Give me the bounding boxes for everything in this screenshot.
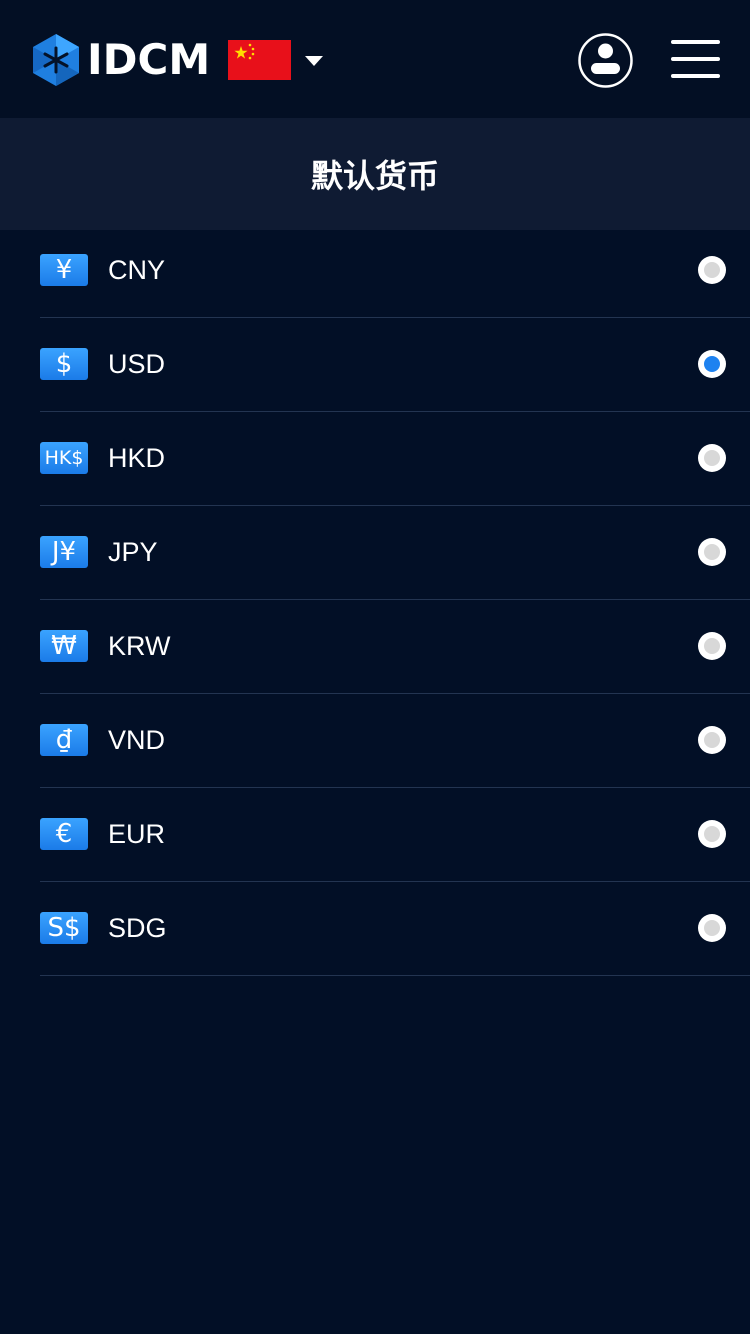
currency-code: SDG [108,913,167,943]
hamburger-menu-icon[interactable] [671,40,721,80]
currency-symbol-badge: J¥ [40,536,88,568]
currency-radio[interactable] [698,632,726,660]
user-icon[interactable] [578,33,633,88]
currency-symbol-badge: ₫ [40,724,88,756]
currency-radio[interactable] [698,914,726,942]
currency-code: VND [108,725,166,755]
currency-row-sdg[interactable]: S$ SDG [40,882,750,976]
currency-code: HKD [108,443,166,473]
currency-row-eur[interactable]: € EUR [40,788,750,882]
currency-symbol-badge: $ [40,348,88,380]
currency-radio[interactable] [698,820,726,848]
currency-row-hkd[interactable]: HK$ HKD [40,412,750,506]
currency-symbol-badge: HK$ [40,442,88,474]
currency-code: CNY [108,255,166,285]
brand-logo[interactable]: IDCM [33,34,210,86]
currency-row-usd[interactable]: $ USD [40,318,750,412]
idcm-logo-icon [33,34,79,86]
menu-line [671,57,720,61]
currency-row-vnd[interactable]: ₫ VND [40,694,750,788]
page-title: 默认货币 [310,157,439,195]
currency-radio[interactable] [698,726,726,754]
currency-radio[interactable] [698,444,726,472]
currency-row-jpy[interactable]: J¥ JPY [40,506,750,600]
currency-radio[interactable] [698,538,726,566]
currency-code: KRW [108,631,171,661]
currency-symbol-badge: ¥ [40,254,88,286]
currency-list: ¥ CNY $ USD HK$ HKD J¥ JPY ₩ KRW ₫ VND €… [0,230,750,976]
currency-symbol-badge: S$ [40,912,88,944]
brand-name: IDCM [87,35,211,84]
currency-radio[interactable] [698,256,726,284]
currency-code: USD [108,349,166,379]
currency-radio-selected[interactable] [698,350,726,378]
currency-row-krw[interactable]: ₩ KRW [40,600,750,694]
china-flag-icon[interactable] [228,40,291,80]
currency-symbol-badge: ₩ [40,630,88,662]
currency-row-cny[interactable]: ¥ CNY [40,230,750,318]
currency-symbol-badge: € [40,818,88,850]
menu-line [671,40,720,44]
page-title-bar: 默认货币 [0,118,750,230]
language-dropdown-chevron-icon[interactable] [305,56,323,66]
top-header: IDCM [0,0,750,118]
currency-code: JPY [108,537,158,567]
menu-line [671,74,720,78]
currency-code: EUR [108,819,166,849]
